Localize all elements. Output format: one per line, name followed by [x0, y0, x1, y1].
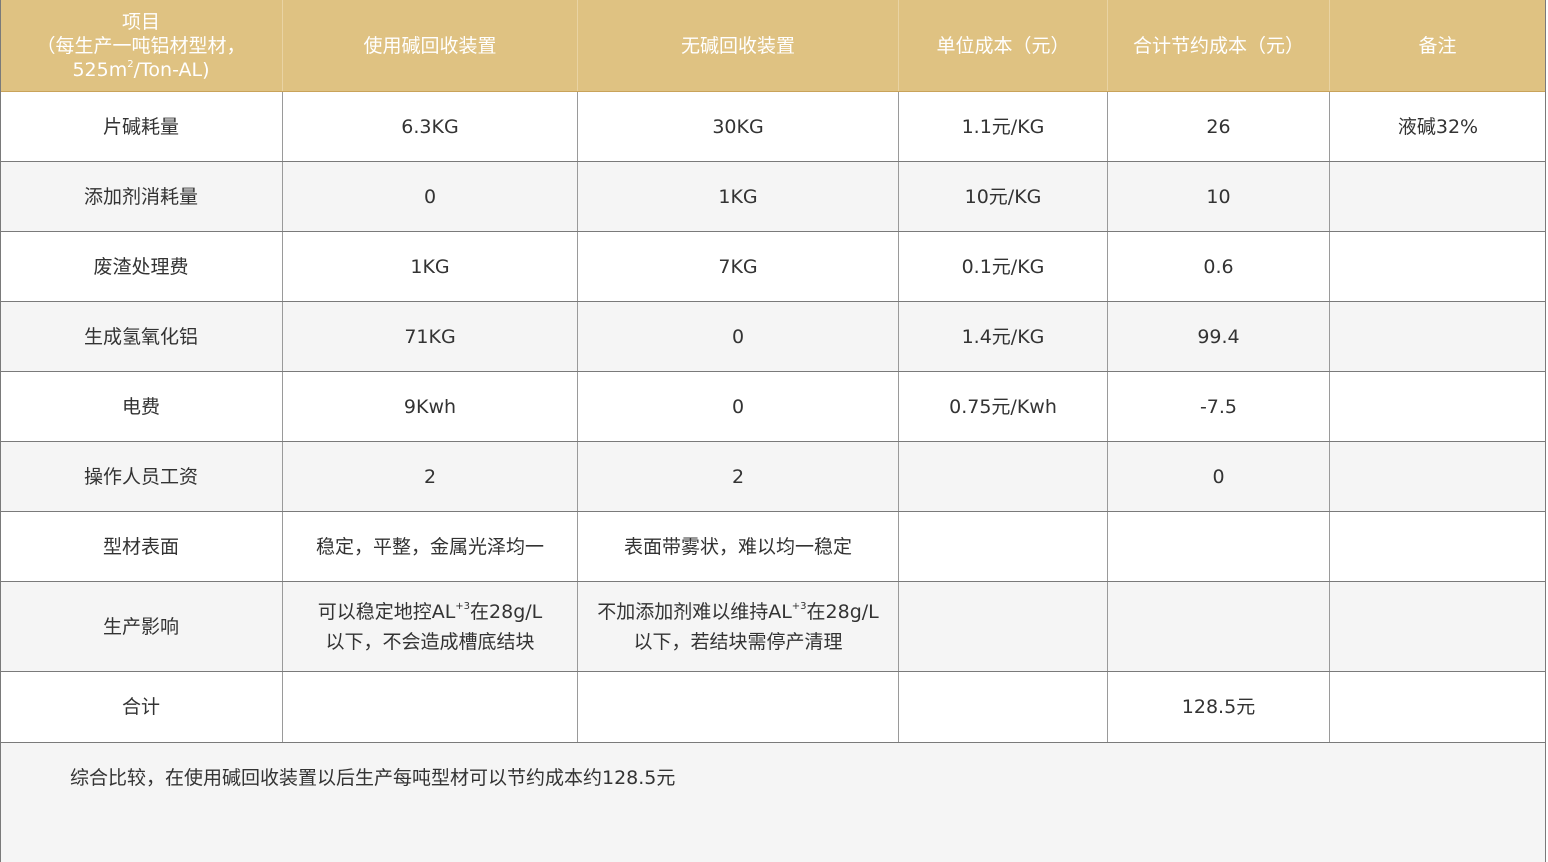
row-without-recovery: 0	[578, 302, 899, 371]
row-unit-cost: 0.75元/Kwh	[899, 372, 1108, 441]
row-with-recovery: 9Kwh	[283, 372, 578, 441]
row-note	[1330, 302, 1546, 371]
table-row: 电费 9Kwh 0 0.75元/Kwh -7.5	[0, 372, 1546, 442]
row-unit-cost	[899, 442, 1108, 511]
row-saving	[1108, 512, 1330, 581]
table-row: 添加剂消耗量 0 1KG 10元/KG 10	[0, 162, 1546, 232]
row-item: 添加剂消耗量	[0, 162, 283, 231]
table-row: 生成氢氧化铝 71KG 0 1.4元/KG 99.4	[0, 302, 1546, 372]
row-saving: -7.5	[1108, 372, 1330, 441]
row-without-recovery: 7KG	[578, 232, 899, 301]
row-without-recovery: 0	[578, 372, 899, 441]
table-row-impact: 生产影响 可以稳定地控AL+3在28g/L 以下，不会造成槽底结块 不加添加剂难…	[0, 582, 1546, 672]
header-unit-cost: 单位成本（元）	[899, 0, 1108, 91]
row-note	[1330, 442, 1546, 511]
row-saving: 0	[1108, 442, 1330, 511]
row-without-recovery: 表面带雾状，难以均一稳定	[578, 512, 899, 581]
row-without-recovery	[578, 672, 899, 742]
row-item: 片碱耗量	[0, 92, 283, 161]
header-total-saving: 合计节约成本（元）	[1108, 0, 1330, 91]
row-item: 电费	[0, 372, 283, 441]
impact-without-line1: 不加添加剂难以维持AL+3在28g/L	[597, 600, 879, 623]
row-item: 型材表面	[0, 512, 283, 581]
table-row-total: 合计 128.5元	[0, 672, 1546, 742]
row-note	[1330, 372, 1546, 441]
header-item-unit: 525m2/Ton-AL)	[72, 58, 210, 81]
row-unit-cost	[899, 582, 1108, 671]
header-item-title: 项目	[121, 10, 160, 33]
row-note	[1330, 162, 1546, 231]
row-unit-cost: 1.1元/KG	[899, 92, 1108, 161]
row-with-recovery: 稳定，平整，金属光泽均一	[283, 512, 578, 581]
table-row: 废渣处理费 1KG 7KG 0.1元/KG 0.6	[0, 232, 1546, 302]
row-item: 操作人员工资	[0, 442, 283, 511]
header-without-recovery: 无碱回收装置	[578, 0, 899, 91]
table-row: 片碱耗量 6.3KG 30KG 1.1元/KG 26 液碱32%	[0, 92, 1546, 162]
row-saving: 10	[1108, 162, 1330, 231]
table-row: 型材表面 稳定，平整，金属光泽均一 表面带雾状，难以均一稳定	[0, 512, 1546, 582]
total-saving: 128.5元	[1108, 672, 1330, 742]
row-item: 生产影响	[0, 582, 283, 671]
row-saving: 99.4	[1108, 302, 1330, 371]
row-with-recovery: 2	[283, 442, 578, 511]
row-with-recovery: 0	[283, 162, 578, 231]
header-item: 项目 （每生产一吨铝材型材， 525m2/Ton-AL)	[0, 0, 283, 91]
table-header: 项目 （每生产一吨铝材型材， 525m2/Ton-AL) 使用碱回收装置 无碱回…	[0, 0, 1546, 92]
row-without-recovery: 2	[578, 442, 899, 511]
total-label: 合计	[0, 672, 283, 742]
row-saving: 26	[1108, 92, 1330, 161]
header-note: 备注	[1330, 0, 1546, 91]
row-note	[1330, 582, 1546, 671]
row-with-recovery	[283, 672, 578, 742]
row-with-recovery: 1KG	[283, 232, 578, 301]
row-item: 废渣处理费	[0, 232, 283, 301]
row-item: 生成氢氧化铝	[0, 302, 283, 371]
summary-text: 综合比较，在使用碱回收装置以后生产每吨型材可以节约成本约128.5元	[70, 767, 676, 789]
summary-box: 综合比较，在使用碱回收装置以后生产每吨型材可以节约成本约128.5元	[0, 742, 1546, 862]
row-saving: 0.6	[1108, 232, 1330, 301]
row-unit-cost	[899, 512, 1108, 581]
impact-without-line2: 以下，若结块需停产清理	[633, 630, 843, 653]
header-item-subtitle: （每生产一吨铝材型材，	[36, 34, 246, 57]
row-note	[1330, 672, 1546, 742]
impact-with-line2: 以下，不会造成槽底结块	[325, 630, 535, 653]
row-without-recovery: 1KG	[578, 162, 899, 231]
row-note: 液碱32%	[1397, 115, 1479, 138]
row-saving	[1108, 582, 1330, 671]
row-unit-cost: 1.4元/KG	[899, 302, 1108, 371]
row-unit-cost: 0.1元/KG	[899, 232, 1108, 301]
row-unit-cost: 10元/KG	[899, 162, 1108, 231]
row-note	[1330, 232, 1546, 301]
header-with-recovery: 使用碱回收装置	[283, 0, 578, 91]
row-without-recovery: 不加添加剂难以维持AL+3在28g/L 以下，若结块需停产清理	[578, 582, 899, 671]
row-with-recovery: 可以稳定地控AL+3在28g/L 以下，不会造成槽底结块	[283, 582, 578, 671]
table-row: 操作人员工资 2 2 0	[0, 442, 1546, 512]
row-with-recovery: 6.3KG	[283, 92, 578, 161]
impact-with-line1: 可以稳定地控AL+3在28g/L	[317, 600, 543, 623]
row-without-recovery: 30KG	[578, 92, 899, 161]
row-with-recovery: 71KG	[283, 302, 578, 371]
row-unit-cost	[899, 672, 1108, 742]
row-note	[1330, 512, 1546, 581]
